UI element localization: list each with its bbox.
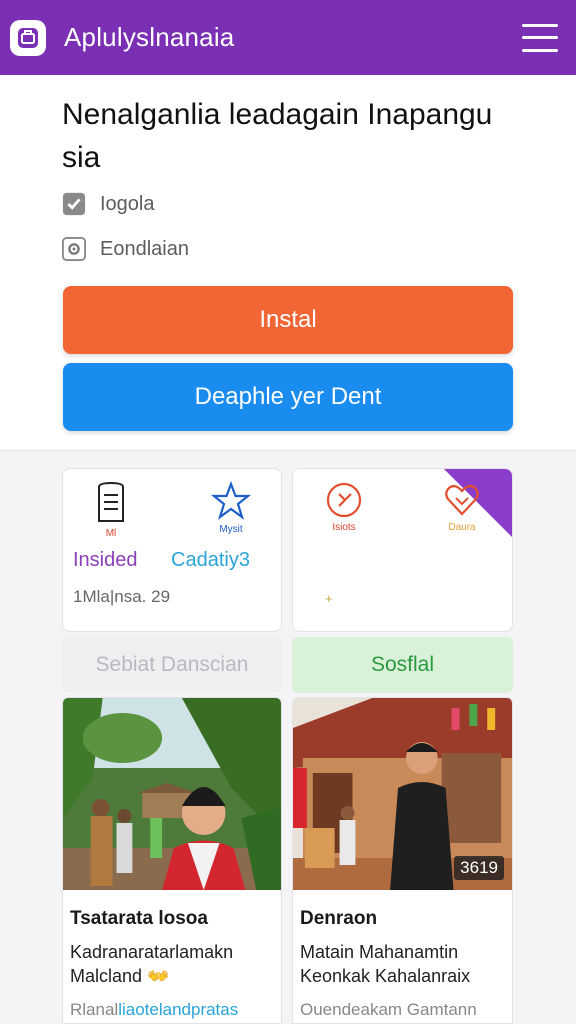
app-title: Aplulyslnanaia bbox=[64, 22, 235, 52]
feed-card-source: Ouendeakam Gamtann bbox=[300, 1000, 477, 1019]
heart-icon-group: Daura bbox=[443, 481, 481, 533]
feed-card[interactable]: Tsatarata losoa Kadranaratarlamakn Malcl… bbox=[62, 697, 282, 1024]
hamburger-menu-icon[interactable] bbox=[522, 23, 558, 52]
app-bar: Aplulyslnanaia bbox=[0, 0, 576, 75]
feed-card-desc: Matain Mahanamtin Keonkak Kahalanraix bbox=[300, 942, 471, 986]
hero-title: Nenalganlia leadagain Inapangu sia bbox=[62, 98, 493, 174]
app-logo-icon[interactable] bbox=[10, 19, 46, 56]
star-icon-group: Mysit bbox=[211, 481, 251, 535]
card-left-text: Insided bbox=[73, 549, 138, 571]
feed-card-footer: Ouendeakam Gamtann bbox=[300, 1000, 477, 1020]
hero-section: Nenalganlia leadagain Inapangu sia Iogol… bbox=[0, 75, 576, 451]
category-card[interactable]: Isiots Daura + bbox=[292, 468, 513, 632]
settings-icon bbox=[62, 237, 86, 261]
card-meta: 1Mla|nsa. 29 bbox=[73, 587, 171, 606]
feature-label: Iogola bbox=[100, 192, 155, 215]
feature-item[interactable]: Iogola bbox=[62, 192, 155, 216]
icon-label: Daura bbox=[448, 522, 476, 533]
feed-card-title: Denraon bbox=[300, 908, 378, 929]
feature-item[interactable]: Eondlaian bbox=[62, 237, 189, 261]
install-button[interactable]: Instal bbox=[63, 286, 513, 354]
feed-card-link[interactable]: liaotelandpratas bbox=[118, 1000, 238, 1019]
star-icon bbox=[211, 481, 251, 520]
deploy-button[interactable]: Deaphle yer Dent bbox=[63, 363, 513, 431]
feed-card-source: Rlanal bbox=[70, 1000, 119, 1019]
sparkle-mark: + bbox=[325, 591, 333, 606]
document-icon bbox=[98, 481, 124, 522]
feature-label: Eondlaian bbox=[100, 237, 189, 260]
chat-icon bbox=[326, 482, 362, 518]
tab-right[interactable]: Sosflal bbox=[292, 637, 513, 693]
category-card[interactable]: Ml Mysit Insided Cadatiy3 1Mla|nsa. 29 bbox=[62, 468, 282, 632]
feed-card-title: Tsatarata losoa bbox=[70, 908, 208, 929]
photo-count-badge: 3619 bbox=[454, 856, 504, 880]
tab-left[interactable]: Sebiat Danscian bbox=[62, 637, 282, 693]
icon-label: Isiots bbox=[332, 522, 356, 533]
chat-icon-group: Isiots bbox=[325, 481, 363, 533]
feed-card-footer: Rlanalliaotelandpratas bbox=[70, 1000, 238, 1020]
village-photo bbox=[63, 698, 281, 890]
feed-card[interactable]: 3619 Denraon Matain Mahanamtin Keonkak K… bbox=[292, 697, 513, 1024]
icon-label: Mysit bbox=[219, 524, 243, 535]
card-right-text: Cadatiy3 bbox=[171, 549, 250, 571]
document-icon-group: Ml bbox=[93, 481, 129, 539]
heart-icon bbox=[445, 484, 479, 516]
icon-label: Ml bbox=[105, 528, 117, 539]
feed-card-desc: Kadranaratarlamakn Malcland 👐 bbox=[70, 942, 234, 986]
checkbox-checked-icon bbox=[62, 192, 86, 216]
